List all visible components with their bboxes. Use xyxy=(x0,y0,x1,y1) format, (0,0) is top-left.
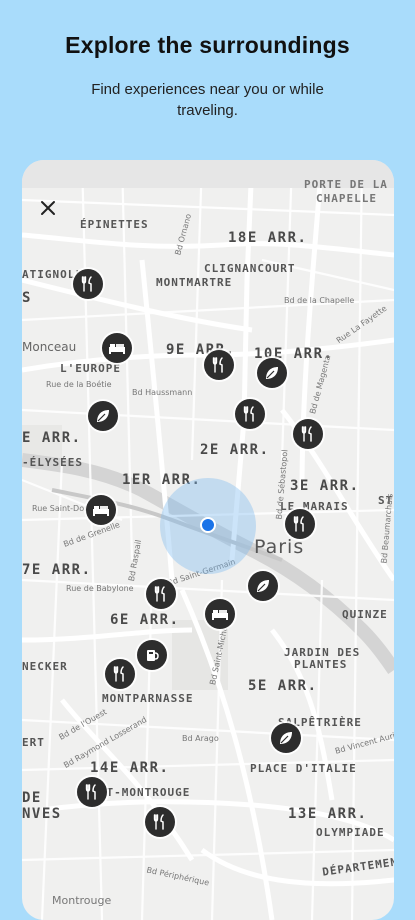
street-label: Bd Arago xyxy=(182,734,219,743)
restaurant-map-pin[interactable] xyxy=(105,659,135,689)
page-subtitle: Find experiences near you or while trave… xyxy=(91,81,324,119)
restaurant-map-pin[interactable] xyxy=(73,269,103,299)
map-label: ERT xyxy=(22,736,45,749)
map-label: OLYMPIADE xyxy=(316,826,385,839)
leaf-icon xyxy=(255,578,271,594)
leaf-icon xyxy=(278,730,294,746)
map-label: S xyxy=(22,290,32,306)
current-location-dot[interactable] xyxy=(200,517,216,533)
street-label: Rue de Babylone xyxy=(66,584,134,593)
restaurant-map-pin[interactable] xyxy=(145,807,175,837)
leaf-icon xyxy=(95,408,111,424)
restaurant-map-pin[interactable] xyxy=(235,399,265,429)
restaurant-map-pin[interactable] xyxy=(204,350,234,380)
restaurant-map-pin[interactable] xyxy=(285,509,315,539)
leaf-map-pin[interactable] xyxy=(257,358,287,388)
leaf-map-pin[interactable] xyxy=(88,401,118,431)
map-label: ÉPINETTES xyxy=(80,218,149,231)
map-label: NECKER xyxy=(22,660,68,673)
city-label: Paris xyxy=(254,536,305,558)
bed-map-pin[interactable] xyxy=(205,599,235,629)
restaurant-map-pin[interactable] xyxy=(146,579,176,609)
map-label: 6E ARR. xyxy=(110,612,180,628)
close-icon xyxy=(41,201,55,215)
restaurant-icon xyxy=(152,814,168,830)
bed-icon xyxy=(92,503,110,517)
map-label: QUINZE xyxy=(342,608,388,621)
restaurant-icon xyxy=(112,666,128,682)
bed-icon xyxy=(108,341,126,355)
map-label: CHAPELLE xyxy=(316,192,377,205)
close-button[interactable] xyxy=(36,196,60,220)
bed-map-pin[interactable] xyxy=(86,495,116,525)
map-label: 7E ARR. xyxy=(22,562,92,578)
bed-icon xyxy=(211,607,229,621)
leaf-icon xyxy=(264,365,280,381)
bed-map-pin[interactable] xyxy=(102,333,132,363)
cafe-icon xyxy=(144,647,160,663)
map-label: NVES xyxy=(22,806,62,822)
map-label: PORTE DE LA xyxy=(304,178,388,191)
street-label: Bd Haussmann xyxy=(132,388,193,397)
restaurant-icon xyxy=(153,586,169,602)
map-label: Monceau xyxy=(22,340,77,354)
leaf-map-pin[interactable] xyxy=(248,571,278,601)
restaurant-map-pin[interactable] xyxy=(293,419,323,449)
map-label: 2E ARR. xyxy=(200,442,270,458)
leaf-map-pin[interactable] xyxy=(271,723,301,753)
map-label: MONTMARTRE xyxy=(156,276,233,289)
map-label: MONTPARNASSE xyxy=(102,692,194,705)
map-label: 5E ARR. xyxy=(248,678,318,694)
map-label: PLANTES xyxy=(294,658,348,671)
map-label: Montrouge xyxy=(52,894,112,907)
street-label: Rue de la Boétie xyxy=(46,380,112,389)
map-label: 13E ARR. xyxy=(288,806,368,822)
map-label: 14E ARR. xyxy=(90,760,170,776)
map-label: E ARR. xyxy=(22,430,82,446)
restaurant-icon xyxy=(292,516,308,532)
map-label: L'EUROPE xyxy=(60,362,121,375)
map-label: 18E ARR. xyxy=(228,230,308,246)
map-label: DE xyxy=(22,790,42,806)
map-label: 3E ARR. xyxy=(290,478,360,494)
restaurant-map-pin[interactable] xyxy=(77,777,107,807)
restaurant-icon xyxy=(84,784,100,800)
map-label: CLIGNANCOURT xyxy=(204,262,296,275)
map-label: -ÉLYSÉES xyxy=(22,456,83,469)
restaurant-icon xyxy=(242,406,258,422)
map-card[interactable]: PORTE DE LA CHAPELLE ÉPINETTES 18E ARR. … xyxy=(22,160,394,920)
restaurant-icon xyxy=(211,357,227,373)
restaurant-icon xyxy=(300,426,316,442)
cafe-map-pin[interactable] xyxy=(137,640,167,670)
map-label: PLACE D'ITALIE xyxy=(250,762,357,775)
page-title: Explore the surroundings xyxy=(65,32,350,58)
street-label: Bd de la Chapelle xyxy=(284,296,355,305)
restaurant-icon xyxy=(80,276,96,292)
